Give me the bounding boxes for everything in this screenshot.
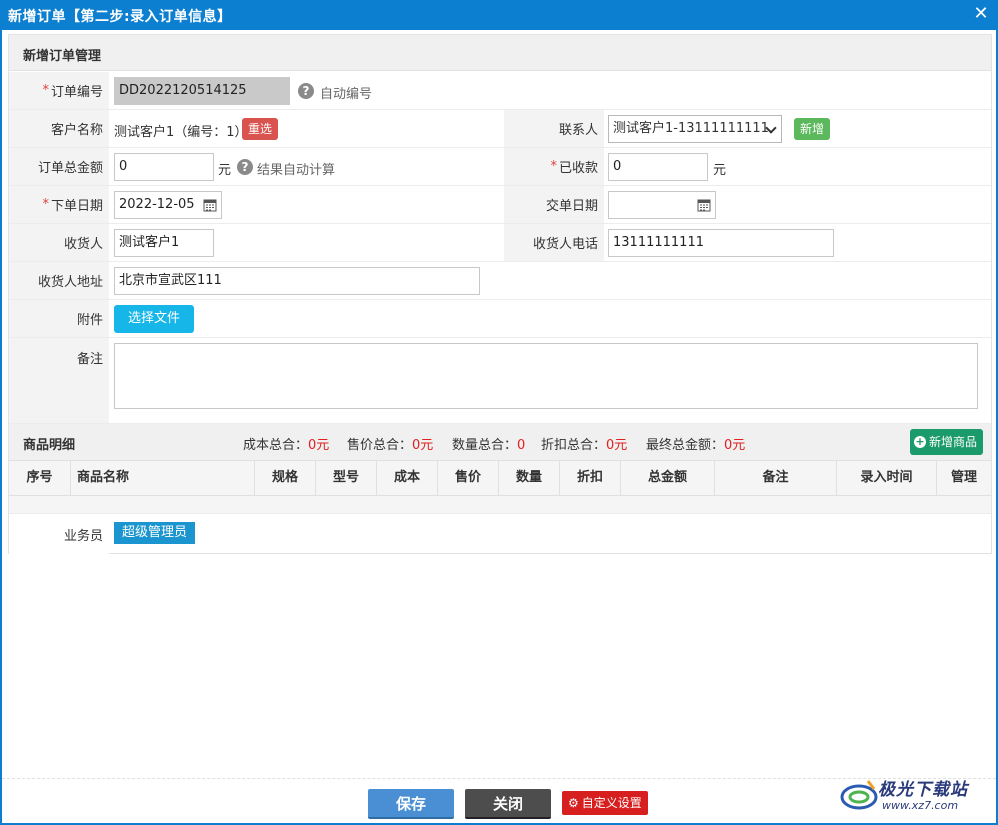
row-customer: 客户名称 测试客户1（编号：1） 重选 联系人 测试客户1-1311111111… [9,110,991,148]
close-icon[interactable]: ✕ [970,3,992,25]
panel-title: 新增订单管理 [23,49,102,64]
help-icon: ? [237,159,253,175]
final-total: 最终总金额：0元 [646,438,746,453]
save-button[interactable]: 保存 [368,789,454,819]
close-button[interactable]: 关闭 [465,789,551,819]
order-form-panel: 新增订单管理 * 订单编号 DD2022120514125 ? 自动编号 客户名称… [8,34,992,554]
contact-label: 联系人 [504,110,604,147]
received-input[interactable]: 0 [608,153,708,181]
remark-textarea[interactable] [114,343,978,409]
calendar-icon[interactable] [203,198,217,212]
choose-file-button[interactable]: 选择文件 [114,305,195,333]
row-amount: 订单总金额 0 元 ? 结果自动计算 * 已收款 0 元 [9,148,991,186]
watermark: 极光下载站 www.xz7.com [838,773,988,817]
price-total: 售价总合：0元 [347,438,434,453]
row-address: 收货人地址 北京市宣武区111 [9,262,991,300]
goods-table-empty [9,496,991,514]
order-no-hint: 自动编号 [320,87,373,102]
received-unit: 元 [713,163,727,178]
dialog-body: 新增订单管理 * 订单编号 DD2022120514125 ? 自动编号 客户名称… [0,30,998,825]
remark-label: 备注 [9,338,109,423]
total-amount-unit: 元 [218,163,232,178]
received-label: * 已收款 [504,148,604,185]
order-date-label: * 下单日期 [9,186,109,223]
order-no-field: DD2022120514125 [114,77,290,105]
total-amount-hint: 结果自动计算 [257,163,336,178]
receiver-phone-input[interactable]: 13111111111 [608,229,834,257]
watermark-text: 极光下载站 [878,780,968,800]
row-attachment: 附件 选择文件 [9,300,991,338]
cost-total: 成本总合：0元 [243,438,330,453]
column-header[interactable]: 备注 [715,461,837,495]
calendar-icon[interactable] [697,198,711,212]
row-remark: 备注 [9,338,991,424]
gear-icon: ⚙ [568,796,579,810]
salesperson-label: 业务员 [9,514,109,554]
column-header[interactable]: 型号 [316,461,377,495]
column-header[interactable]: 折扣 [560,461,621,495]
salesperson-tag[interactable]: 超级管理员 [114,522,196,544]
column-header[interactable]: 规格 [255,461,316,495]
order-no-label: * 订单编号 [9,72,109,109]
total-amount-input[interactable]: 0 [114,153,214,181]
quantity-total: 数量总合：0 [452,438,526,453]
column-header[interactable]: 录入时间 [837,461,937,495]
order-date-input[interactable]: 2022-12-05 [114,191,222,219]
attachment-label: 附件 [9,300,109,337]
row-dates: * 下单日期 2022-12-05 交单日期 [9,186,991,224]
receiver-label: 收货人 [9,224,109,261]
contact-select[interactable]: 测试客户1-13111111111 [608,115,782,143]
discount-total: 折扣总合：0元 [541,438,628,453]
add-contact-button[interactable]: 新增 [794,118,831,140]
receiver-address-input[interactable]: 北京市宣武区111 [114,267,480,295]
goods-header: 商品明细 成本总合：0元 售价总合：0元 数量总合：0 折扣总合：0元 最终总金… [9,424,991,460]
dialog-title: 新增订单【第二步:录入订单信息】 [8,9,232,25]
column-header[interactable]: 售价 [438,461,499,495]
column-header[interactable]: 总金额 [621,461,715,495]
receiver-input[interactable]: 测试客户1 [114,229,214,257]
watermark-logo-icon [840,780,878,810]
reselect-button[interactable]: 重选 [242,118,279,140]
add-goods-button[interactable]: + 新增商品 [909,429,983,455]
receiver-phone-label: 收货人电话 [504,224,604,261]
plus-circle-icon: + [913,435,926,448]
panel-header: 新增订单管理 [9,35,991,71]
column-header[interactable]: 数量 [499,461,560,495]
row-salesperson: 业务员 超级管理员 [9,514,991,554]
total-amount-label: 订单总金额 [9,148,109,185]
dialog-titlebar: 新增订单【第二步:录入订单信息】 ✕ [0,0,998,30]
row-receiver: 收货人 测试客户1 收货人电话 13111111111 [9,224,991,262]
row-order-no: * 订单编号 DD2022120514125 ? 自动编号 [9,72,991,110]
custom-settings-button[interactable]: ⚙ 自定义设置 [562,791,648,815]
delivery-date-label: 交单日期 [504,186,604,223]
goods-title: 商品明细 [23,438,76,453]
column-header[interactable]: 成本 [377,461,438,495]
receiver-address-label: 收货人地址 [9,262,109,299]
column-header[interactable]: 序号 [9,461,71,495]
customer-label: 客户名称 [9,110,109,147]
help-icon: ? [298,83,314,99]
watermark-url: www.xz7.com [882,799,959,812]
delivery-date-input[interactable] [608,191,716,219]
column-header[interactable]: 商品名称 [71,461,255,495]
goods-table-header: 序号 商品名称 规格 型号 成本 售价 数量 折扣 总金额 备注 录入时间 管理 [9,460,991,496]
customer-value: 测试客户1（编号：1） [114,125,248,140]
column-header[interactable]: 管理 [937,461,991,495]
